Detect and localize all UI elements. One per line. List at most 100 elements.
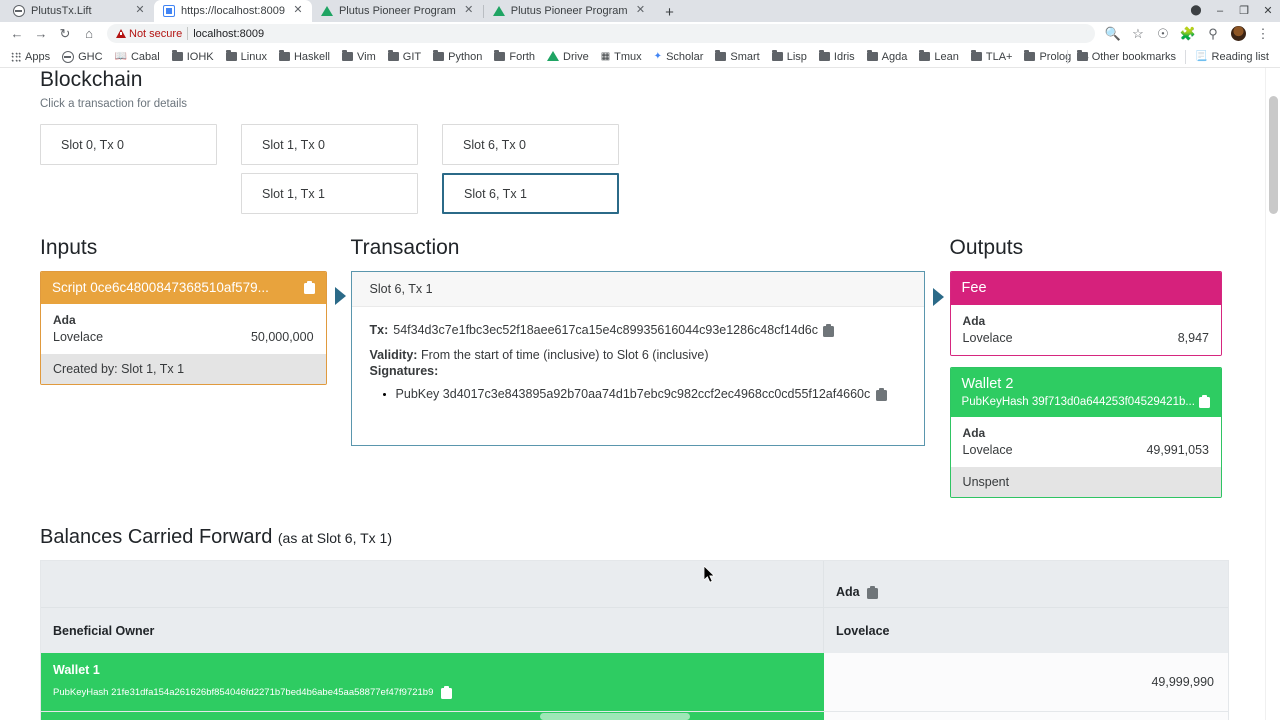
other-bookmarks-button[interactable]: Other bookmarks (1072, 48, 1181, 66)
browser-tab-4[interactable]: Plutus Pioneer Program ✕ (484, 0, 655, 22)
balance-amount: 49,999,990 (824, 653, 1228, 711)
bookmark-lisp[interactable]: Lisp (767, 48, 812, 66)
fee-label: Fee (962, 280, 987, 296)
signature-text: PubKey 3d4017c3e843895a92b70aa74d1b7ebc9… (396, 387, 871, 401)
ada-header-cell: Ada Lovelace (824, 561, 1228, 653)
forward-icon[interactable]: → (30, 23, 52, 45)
tx-slot6-tx0[interactable]: Slot 6, Tx 0 (442, 124, 619, 165)
avatar[interactable] (1227, 23, 1249, 45)
tx-slot0-tx0[interactable]: Slot 0, Tx 0 (40, 124, 217, 165)
inputs-column: Inputs Script 0ce6c4800847368510af579...… (40, 236, 327, 385)
home-icon[interactable]: ⌂ (78, 23, 100, 45)
zoom-icon[interactable]: 🔍 (1102, 23, 1124, 45)
bookmark-star-icon[interactable]: ☆ (1127, 23, 1149, 45)
account-circle-icon[interactable]: ☉ (1152, 23, 1174, 45)
validity-label: Validity: (370, 348, 418, 362)
owner-header-label: Beneficial Owner (41, 607, 823, 653)
reading-list-button[interactable]: 📃 Reading list (1190, 48, 1274, 66)
bookmark-drive[interactable]: Drive (542, 48, 594, 66)
beaker-icon[interactable]: ⚲ (1202, 23, 1224, 45)
new-tab-button[interactable]: + (659, 4, 681, 22)
asset-name: Lovelace (53, 330, 103, 344)
bookmark-python[interactable]: Python (428, 48, 487, 66)
bookmark-ghc[interactable]: GHC (57, 48, 107, 66)
wallet2-card-body: Ada Lovelace 49,991,053 (951, 417, 1221, 467)
bookmark-label: Forth (509, 51, 535, 63)
bookmark-smart[interactable]: Smart (710, 48, 764, 66)
close-icon[interactable]: ✕ (634, 4, 648, 18)
menu-icon[interactable]: ⋮ (1252, 23, 1274, 45)
balance-amount: 149,982,096 (824, 712, 1228, 720)
not-secure-indicator[interactable]: Not secure (116, 28, 182, 40)
bookmark-iohk[interactable]: IOHK (167, 48, 219, 66)
clipboard-icon[interactable] (304, 281, 315, 294)
bookmark-apps[interactable]: Apps (6, 48, 55, 66)
close-window-button[interactable]: ✕ (1256, 0, 1280, 22)
tx-slot1-tx1[interactable]: Slot 1, Tx 1 (241, 173, 418, 214)
browser-tab-1[interactable]: PlutusTx.Lift ✕ (4, 0, 154, 22)
tx-slot6-tx1[interactable]: Slot 6, Tx 1 (442, 173, 619, 214)
horizontal-scrollbar-thumb[interactable] (540, 713, 690, 720)
bookmark-linux[interactable]: Linux (221, 48, 272, 66)
tx-label: Tx: (370, 323, 389, 337)
wallet-name: Wallet 2 (962, 376, 1210, 392)
drive-icon (321, 6, 333, 16)
output-card-fee[interactable]: Fee Ada Lovelace 8,947 (950, 271, 1222, 356)
bookmark-idris[interactable]: Idris (814, 48, 860, 66)
browser-tab-3[interactable]: Plutus Pioneer Program ✕ (312, 0, 483, 22)
wallet-name: Wallet 1 (53, 663, 812, 677)
plutus-playground-page: Blockchain Click a transaction for detai… (0, 68, 1262, 720)
puzzle-icon[interactable]: 🧩 (1177, 23, 1199, 45)
clipboard-icon[interactable] (441, 686, 452, 699)
globe-icon (13, 5, 25, 17)
tx-slot1-tx0[interactable]: Slot 1, Tx 0 (241, 124, 418, 165)
bookmark-forth[interactable]: Forth (489, 48, 540, 66)
bookmark-cabal[interactable]: 📖 Cabal (110, 48, 165, 66)
maximize-button[interactable]: ❐ (1232, 0, 1256, 22)
clipboard-icon[interactable] (867, 586, 878, 599)
reading-list-icon: 📃 (1195, 52, 1207, 62)
bookmark-lean[interactable]: Lean (914, 48, 963, 66)
table-row[interactable]: Wallet 1 PubKeyHash 21fe31dfa154a261626b… (41, 653, 1228, 712)
close-icon[interactable]: ✕ (133, 4, 147, 18)
bookmark-haskell[interactable]: Haskell (274, 48, 335, 66)
bookmarks-bar: Apps GHC 📖 Cabal IOHK Linux Haskell Vim (0, 46, 1280, 68)
address-bar[interactable]: Not secure localhost:8009 (107, 24, 1095, 43)
minimize-button[interactable]: – (1208, 0, 1232, 22)
close-icon[interactable]: ✕ (291, 4, 305, 18)
folder-icon (279, 52, 290, 61)
bookmark-vim[interactable]: Vim (337, 48, 381, 66)
bookmark-label: Vim (357, 51, 376, 63)
input-created-by: Created by: Slot 1, Tx 1 (41, 354, 326, 384)
shield-icon[interactable]: ⬤ (1184, 0, 1208, 22)
outputs-column: Outputs Fee Ada Lovelace 8,947 (950, 236, 1222, 498)
browser-tab-2[interactable]: https://localhost:8009 ✕ (154, 0, 312, 22)
asset-amount: 49,991,053 (1146, 443, 1209, 457)
close-icon[interactable]: ✕ (462, 4, 476, 18)
bookmark-tmux[interactable]: ▦ Tmux (596, 48, 647, 66)
bookmark-tlaplus[interactable]: TLA+ (966, 48, 1018, 66)
clipboard-icon[interactable] (823, 324, 834, 337)
transaction-tx-row: Tx: 54f34d3c7e1fbc3ec52f18aee617ca15e4c8… (370, 323, 906, 337)
clipboard-icon[interactable] (876, 388, 887, 401)
vertical-scrollbar[interactable] (1265, 68, 1280, 720)
input-card[interactable]: Script 0ce6c4800847368510af579... Ada Lo… (40, 271, 327, 385)
back-icon[interactable]: ← (6, 23, 28, 45)
warning-triangle-icon (116, 29, 126, 38)
output-card-wallet2[interactable]: Wallet 2 PubKeyHash 39f713d0a644253f0452… (950, 367, 1222, 498)
folder-icon (226, 52, 237, 61)
balances-table: Beneficial Owner Ada Lovelace (40, 560, 1229, 720)
bookmark-label: Cabal (131, 51, 160, 63)
bookmark-agda[interactable]: Agda (862, 48, 913, 66)
reload-icon[interactable]: ↻ (54, 23, 76, 45)
balances-table-header: Beneficial Owner Ada Lovelace (41, 561, 1228, 653)
asset-amount: 8,947 (1178, 331, 1209, 345)
tx-detail-columns: Inputs Script 0ce6c4800847368510af579...… (40, 236, 1222, 498)
vertical-scrollbar-thumb[interactable] (1269, 96, 1278, 214)
clipboard-icon[interactable] (1199, 395, 1210, 408)
bookmark-git[interactable]: GIT (383, 48, 426, 66)
tab-title: Plutus Pioneer Program (339, 0, 456, 22)
globe-icon (62, 51, 74, 63)
folder-icon (772, 52, 783, 61)
bookmark-scholar[interactable]: ✦ Scholar (649, 48, 709, 66)
